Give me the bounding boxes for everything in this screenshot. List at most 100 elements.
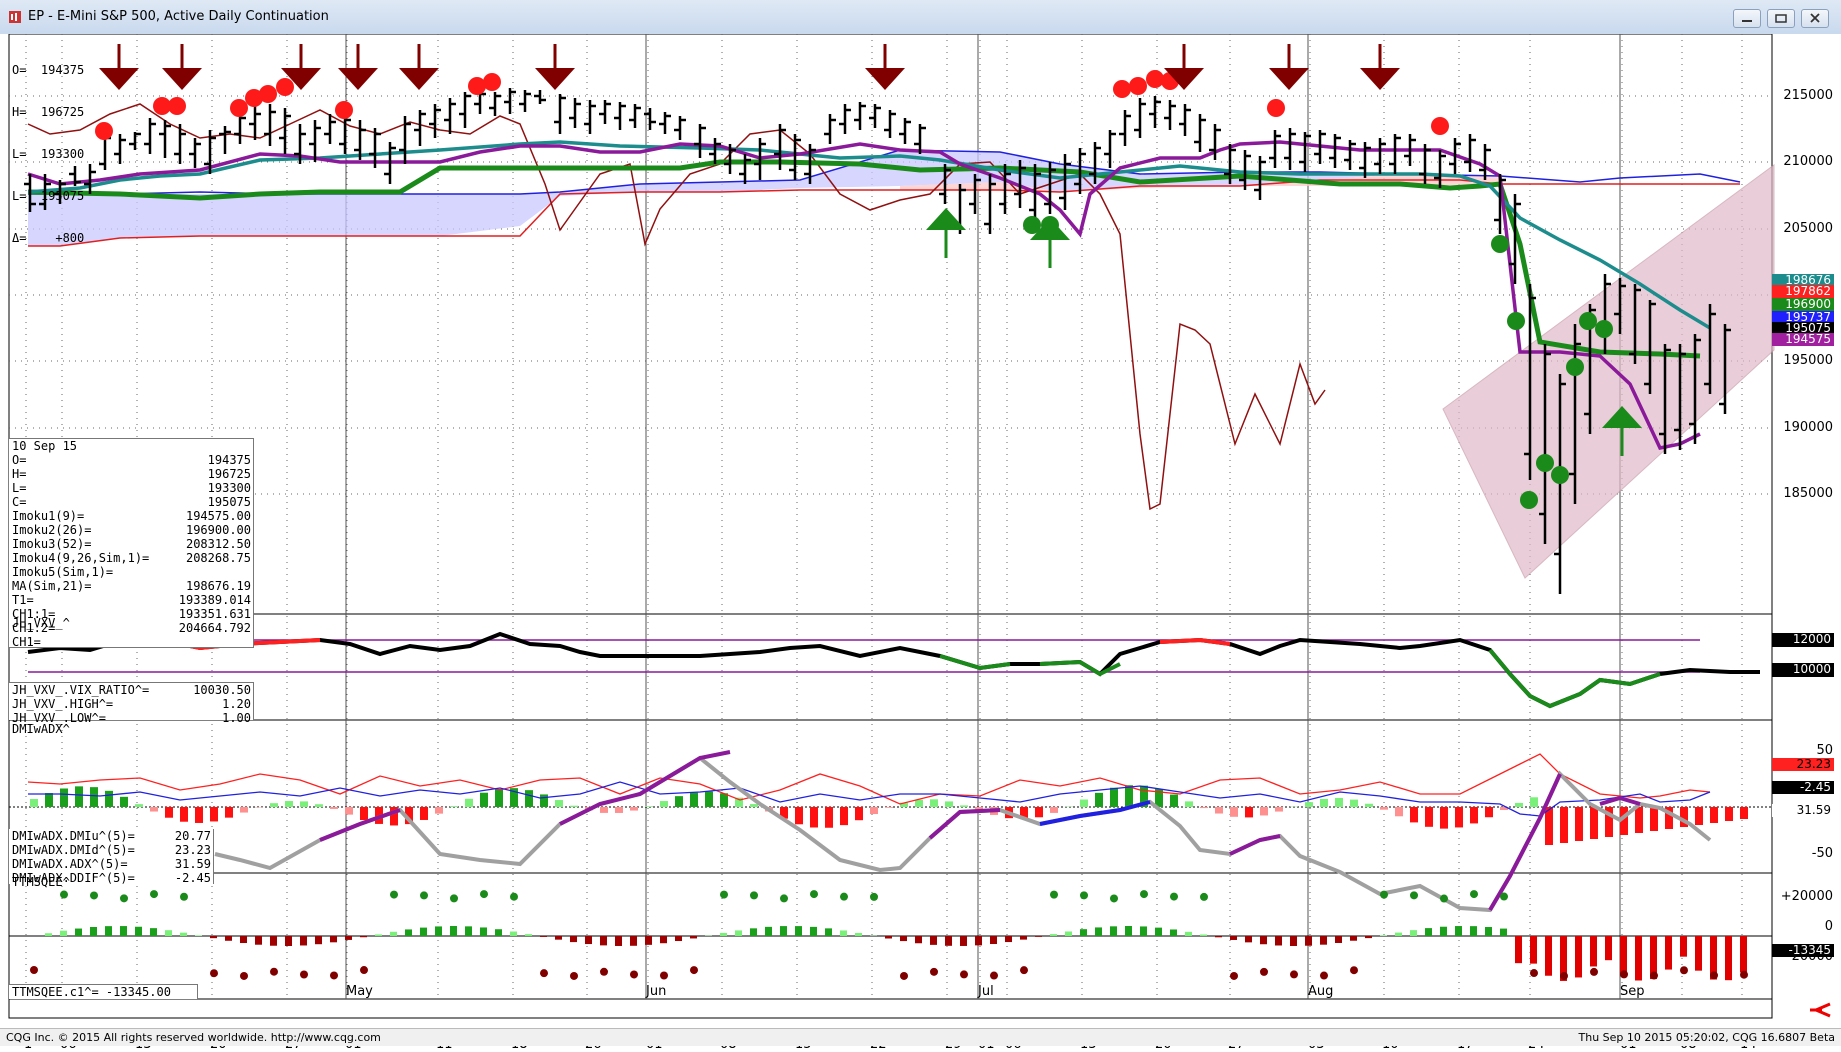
chart-canvas[interactable]: [0, 34, 1841, 1028]
pane-info-row: JH_VXV_.VIX_RATIO^=10030.50: [9, 683, 253, 697]
ohlc-bar: [694, 124, 706, 158]
dmi-histogram-bar: [1110, 788, 1118, 807]
dmi-histogram-bar: [1740, 807, 1748, 819]
ohlc-bar: [324, 114, 336, 144]
window-titlebar[interactable]: EP - E-Mini S&P 500, Active Daily Contin…: [0, 0, 1841, 35]
info-key: Imoku2(26)=: [12, 523, 91, 537]
ohlc-line: L= 195075: [12, 189, 84, 203]
vxv-pane-title: JH_VXV_^: [12, 616, 70, 630]
ttm-dot: [810, 890, 818, 898]
ttm-dot: [1710, 971, 1718, 979]
copyright-text: CQG Inc. © 2015 All rights reserved worl…: [6, 1031, 381, 1044]
ttm-dot: [1560, 972, 1568, 980]
ttm-histogram-bar: [675, 936, 682, 941]
ttm-dot: [900, 972, 908, 980]
status-bar: CQG Inc. © 2015 All rights reserved worl…: [0, 1028, 1841, 1046]
dmi-histogram-bar: [1080, 800, 1088, 807]
vxv-info-box: JH_VXV_.VIX_RATIO^=10030.50JH_VXV_.HIGH^…: [9, 682, 254, 720]
dmi-histogram-bar: [240, 807, 248, 813]
ttm-histogram-bar: [1020, 936, 1027, 940]
dmi-histogram-bar: [1095, 793, 1103, 807]
ttm-histogram-bar: [1065, 931, 1072, 936]
ttm-histogram-bar: [1305, 936, 1312, 946]
dmi-histogram-bar: [1335, 798, 1343, 807]
red-signal-dot: [1431, 117, 1449, 135]
ttm-histogram-bar: [1245, 936, 1252, 942]
pane-info-key: JH_VXV_.HIGH^=: [12, 697, 113, 711]
dmi-histogram-bar: [225, 807, 233, 818]
dmi-histogram-bar: [75, 786, 83, 807]
ttm-dot: [1380, 891, 1388, 899]
dmi-histogram-bar: [1200, 807, 1208, 808]
ohlc-bar: [144, 118, 156, 154]
dmi-histogram-bar: [645, 806, 653, 807]
ohlc-bar: [129, 132, 141, 150]
ttm-histogram-bar: [765, 927, 772, 936]
dmi-histogram-bar: [60, 788, 68, 807]
ttm-histogram-bar: [690, 936, 697, 938]
ttm-dot: [600, 968, 608, 976]
chart-window[interactable]: O= 194375 H= 196725 L= 193300 L= 195075 …: [0, 34, 1841, 1035]
info-row: C=195075: [9, 495, 253, 509]
ttm-axis-label: +20000: [1773, 889, 1833, 904]
ohlc-bar: [264, 104, 276, 146]
dmi-histogram-bar: [480, 793, 488, 807]
sell-arrow-icon: [1360, 44, 1400, 90]
dmi-histogram-bar: [600, 807, 608, 813]
ttm-histogram-bar: [1725, 936, 1732, 980]
dmi-histogram-bar: [705, 792, 713, 807]
ttm-histogram-bar: [1005, 936, 1012, 942]
ttm-histogram-bar: [660, 936, 667, 943]
ttm-dot: [240, 972, 248, 980]
ttm-histogram-bar: [1200, 934, 1207, 936]
minimize-button[interactable]: [1733, 9, 1761, 28]
ohlc-bar: [519, 90, 531, 112]
info-value: 208268.75: [186, 551, 251, 565]
sell-arrow-icon: [99, 44, 139, 90]
dmi-histogram-bar: [450, 806, 458, 807]
info-key: H=: [12, 467, 26, 481]
ttm-histogram-bar: [1125, 926, 1132, 936]
info-row: L=193300: [9, 481, 253, 495]
ttm-histogram-bar: [1470, 926, 1477, 936]
dmi-histogram-bar: [165, 807, 173, 818]
ohlc-bar: [1299, 132, 1311, 172]
ttm-histogram-bar: [735, 930, 742, 936]
restore-button[interactable]: [1767, 9, 1795, 28]
ttm-dot: [300, 971, 308, 979]
ohlc-bar: [444, 98, 456, 134]
red-signal-dot: [1267, 99, 1285, 117]
dmi-histogram-bar: [1395, 807, 1403, 816]
dmi-histogram-bar: [615, 807, 623, 813]
sell-arrow-icon: [338, 44, 378, 90]
ttm-dot: [690, 966, 698, 974]
ttm-histogram-bar: [210, 936, 217, 938]
dmi-histogram-bar: [465, 799, 473, 807]
close-button[interactable]: [1801, 9, 1829, 28]
ohlc-bar: [599, 100, 611, 124]
red-signal-dot: [1129, 77, 1147, 95]
ttm-dot: [540, 969, 548, 977]
red-signal-dot: [1113, 80, 1131, 98]
vxv-pane-border: [9, 614, 1772, 720]
ohlc-line: Δ= +800: [12, 231, 84, 245]
ttm-dot: [750, 891, 758, 899]
ttm-histogram-bar: [1425, 928, 1432, 936]
ttm-dot: [60, 891, 68, 899]
ttm-histogram-bar: [585, 936, 592, 944]
x-axis-month-label: Aug: [1308, 984, 1333, 999]
ttm-histogram-bar: [180, 933, 187, 936]
dmi-histogram-bar: [1215, 807, 1223, 814]
ttm-histogram-bar: [1365, 936, 1372, 938]
ttm-dot: [480, 890, 488, 898]
ohlc-bar: [159, 120, 171, 158]
info-key: CH1=: [12, 635, 41, 649]
ohlc-summary: O= 194375 H= 196725 L= 193300 L= 195075 …: [12, 35, 84, 273]
ttm-dot: [150, 890, 158, 898]
ttm-histogram-bar: [1740, 936, 1747, 972]
info-key: O=: [12, 453, 26, 467]
ohlc-bar: [584, 100, 596, 134]
scroll-left-arrow-icon[interactable]: [1808, 1002, 1832, 1018]
info-value: 195075: [208, 495, 251, 509]
dmi-histogram-bar: [1185, 801, 1193, 807]
